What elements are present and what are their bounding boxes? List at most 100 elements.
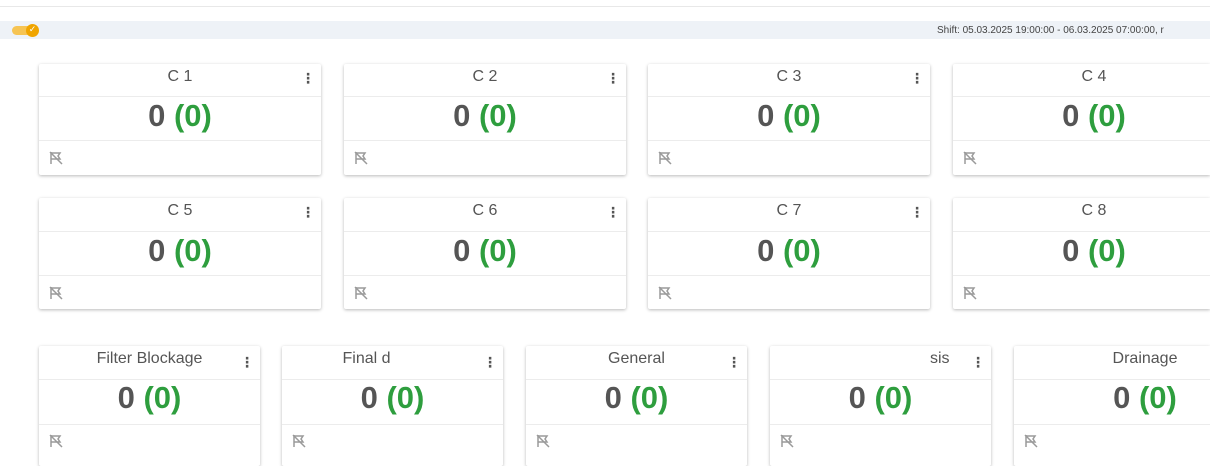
count-sub: (0) [782, 233, 821, 268]
card-title: Drainage [1112, 350, 1178, 367]
divider [648, 231, 930, 232]
card-value: 0 (0) [953, 98, 1210, 134]
count: 0 [148, 98, 166, 133]
count: 0 [360, 380, 378, 415]
counter-card[interactable]: Filter Blockage ⋮ 0 (0) [39, 346, 260, 466]
counter-card[interactable]: C 7 ⋮ 0 (0) [648, 198, 930, 309]
count: 0 [453, 233, 471, 268]
card-title: Final d [342, 350, 391, 367]
divider [39, 231, 321, 232]
counter-card[interactable]: C 2 ⋮ 0 (0) [344, 64, 626, 175]
flag-off-icon[interactable] [49, 286, 63, 300]
count-sub: (0) [386, 380, 425, 415]
count: 0 [1113, 380, 1131, 415]
vertical-dots-icon[interactable]: ⋮ [240, 356, 254, 372]
flag-off-icon[interactable] [658, 151, 672, 165]
count-sub: (0) [1138, 380, 1177, 415]
shift-label: Shift: 05.03.2025 19:00:00 - 06.03.2025 … [937, 25, 1164, 36]
count: 0 [1062, 98, 1080, 133]
flag-off-icon[interactable] [963, 151, 977, 165]
divider [344, 231, 626, 232]
card-value: 0 (0) [282, 380, 503, 416]
flag-off-icon[interactable] [354, 151, 368, 165]
divider [526, 424, 747, 425]
counter-card[interactable]: Final d ⋮ 0 (0) [282, 346, 503, 466]
count-sub: (0) [1087, 233, 1126, 268]
vertical-dots-icon[interactable]: ⋮ [971, 356, 985, 372]
counter-card[interactable]: C 4 0 (0) [953, 64, 1210, 175]
vertical-dots-icon[interactable]: ⋮ [606, 206, 620, 222]
count-sub: (0) [874, 380, 913, 415]
card-value: 0 (0) [344, 98, 626, 134]
flag-off-icon[interactable] [354, 286, 368, 300]
count-sub: (0) [782, 98, 821, 133]
count-sub: (0) [1087, 98, 1126, 133]
vertical-dots-icon[interactable]: ⋮ [301, 72, 315, 88]
vertical-dots-icon[interactable]: ⋮ [301, 206, 315, 222]
counter-card[interactable]: Drainage 0 (0) [1014, 346, 1210, 466]
check-icon: ✓ [26, 24, 39, 37]
vertical-dots-icon[interactable]: ⋮ [606, 72, 620, 88]
count-sub: (0) [173, 233, 212, 268]
card-title: C 5 [167, 202, 193, 219]
card-value: 0 (0) [770, 380, 991, 416]
divider [344, 275, 626, 276]
count: 0 [757, 233, 775, 268]
card-value: 0 (0) [39, 233, 321, 269]
divider [39, 275, 321, 276]
counter-card[interactable]: C 1 ⋮ 0 (0) [39, 64, 321, 175]
flag-off-icon[interactable] [536, 434, 550, 448]
divider [648, 140, 930, 141]
counter-card[interactable]: C 3 ⋮ 0 (0) [648, 64, 930, 175]
vertical-dots-icon[interactable]: ⋮ [483, 356, 497, 372]
counter-card[interactable]: C 5 ⋮ 0 (0) [39, 198, 321, 309]
flag-off-icon[interactable] [658, 286, 672, 300]
count-sub: (0) [173, 98, 212, 133]
flag-off-icon[interactable] [963, 286, 977, 300]
count-sub: (0) [143, 380, 182, 415]
flag-off-icon[interactable] [49, 434, 63, 448]
card-value: 0 (0) [39, 98, 321, 134]
card-value: 0 (0) [1014, 380, 1210, 416]
count: 0 [148, 233, 166, 268]
flag-off-icon[interactable] [49, 151, 63, 165]
divider [953, 96, 1210, 97]
divider [282, 424, 503, 425]
flag-off-icon[interactable] [780, 434, 794, 448]
card-title: sis [930, 350, 950, 367]
count: 0 [453, 98, 471, 133]
flag-off-icon[interactable] [1024, 434, 1038, 448]
shift-toggle[interactable]: ✓ [12, 24, 40, 38]
count: 0 [848, 380, 866, 415]
card-title: C 3 [776, 68, 802, 85]
divider [648, 96, 930, 97]
card-title: C 6 [472, 202, 498, 219]
divider [953, 231, 1210, 232]
card-title: C 4 [1081, 68, 1107, 85]
divider [344, 96, 626, 97]
count-sub: (0) [478, 98, 517, 133]
vertical-dots-icon[interactable]: ⋮ [910, 206, 924, 222]
divider [648, 275, 930, 276]
card-title: C 7 [776, 202, 802, 219]
card-value: 0 (0) [344, 233, 626, 269]
card-title: C 2 [472, 68, 498, 85]
counter-card[interactable]: C 6 ⋮ 0 (0) [344, 198, 626, 309]
vertical-dots-icon[interactable]: ⋮ [910, 72, 924, 88]
flag-off-icon[interactable] [292, 434, 306, 448]
counter-card[interactable]: General ⋮ 0 (0) [526, 346, 747, 466]
card-title: General [608, 350, 665, 367]
card-value: 0 (0) [526, 380, 747, 416]
card-value: 0 (0) [953, 233, 1210, 269]
count: 0 [757, 98, 775, 133]
divider [953, 275, 1210, 276]
counter-card[interactable]: sis ⋮ 0 (0) [770, 346, 991, 466]
divider [344, 140, 626, 141]
divider [770, 424, 991, 425]
card-title: C 8 [1081, 202, 1107, 219]
vertical-dots-icon[interactable]: ⋮ [727, 356, 741, 372]
counter-card[interactable]: C 8 0 (0) [953, 198, 1210, 309]
card-title: Filter Blockage [96, 350, 203, 367]
top-divider [0, 6, 1210, 7]
count-sub: (0) [478, 233, 517, 268]
